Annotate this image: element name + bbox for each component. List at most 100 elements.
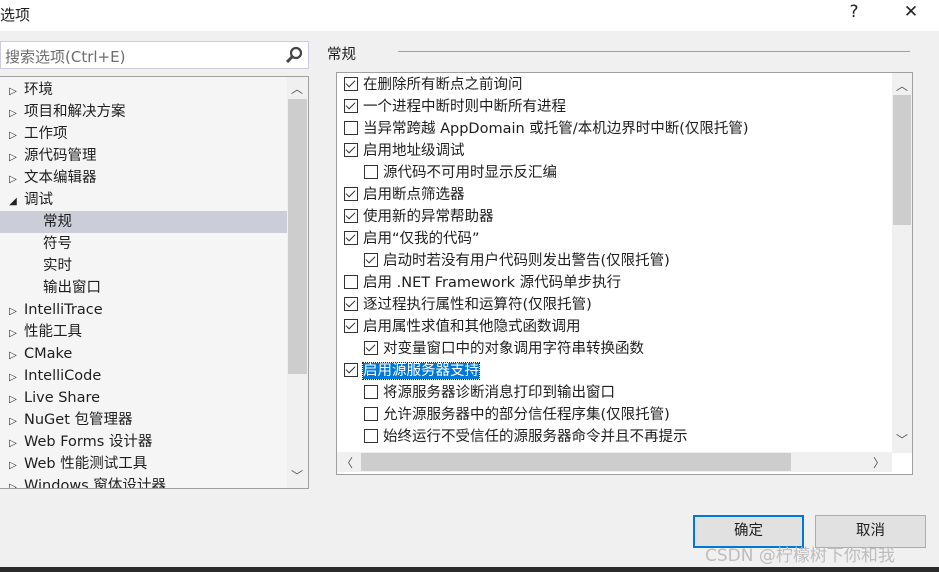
option-row[interactable]: 对变量窗口中的对象调用字符串转换函数: [364, 338, 644, 360]
option-label: 对变量窗口中的对象调用字符串转换函数: [383, 341, 644, 357]
checkbox[interactable]: [344, 209, 358, 223]
collapsed-arrow-icon[interactable]: ▷: [6, 301, 20, 323]
expanded-arrow-icon[interactable]: ◢: [6, 191, 20, 213]
options-list: 始终运行不受信任的源服务器命令并且不再提示 允许源服务器中的部分信任程序集(仅限托…: [336, 72, 913, 475]
scroll-right-icon[interactable]: 〉: [869, 454, 889, 471]
checkbox[interactable]: [344, 297, 358, 311]
checkbox[interactable]: [344, 143, 358, 157]
list-hscrollbar[interactable]: 〈 〉: [337, 452, 892, 472]
tree-item-label: 输出窗口: [43, 280, 101, 296]
option-row[interactable]: 在删除所有断点之前询问: [344, 74, 523, 96]
search-input[interactable]: 搜索选项(Ctrl+E): [0, 41, 309, 69]
option-label: 在删除所有断点之前询问: [363, 77, 523, 93]
collapsed-arrow-icon[interactable]: ▷: [6, 147, 20, 169]
scroll-up-icon[interactable]: ︿: [892, 77, 912, 94]
tree-item[interactable]: 符号: [0, 233, 287, 255]
collapsed-arrow-icon[interactable]: ▷: [6, 433, 20, 455]
option-row[interactable]: 允许源服务器中的部分信任程序集(仅限托管): [364, 404, 670, 426]
option-row[interactable]: 将源服务器诊断消息打印到输出窗口: [364, 382, 615, 404]
checkbox[interactable]: [344, 363, 358, 377]
tree-item[interactable]: ▷ CMake: [0, 343, 287, 365]
collapsed-arrow-icon[interactable]: ▷: [6, 103, 20, 125]
checkbox[interactable]: [364, 165, 378, 179]
help-button[interactable]: ?: [839, 2, 869, 22]
collapsed-arrow-icon[interactable]: ▷: [6, 477, 20, 488]
tree-item[interactable]: 实时: [0, 255, 287, 277]
tree-item[interactable]: ▷ 环境: [0, 79, 287, 101]
checkbox[interactable]: [344, 77, 358, 91]
tree-item[interactable]: ▷ Live Share: [0, 387, 287, 409]
tree-item[interactable]: ▷ IntelliTrace: [0, 299, 287, 321]
scroll-down-icon[interactable]: ﹀: [287, 467, 307, 484]
checkbox[interactable]: [364, 385, 378, 399]
scroll-up-icon[interactable]: ︿: [287, 80, 307, 97]
option-row[interactable]: 启用断点筛选器: [344, 184, 465, 206]
title-bar: 选项 ? ✕: [0, 0, 939, 31]
tree-item-label: 调试: [24, 192, 53, 208]
tree-item-label: 符号: [43, 236, 72, 252]
collapsed-arrow-icon[interactable]: ▷: [6, 411, 20, 433]
option-row[interactable]: 启用源服务器支持: [344, 360, 480, 382]
scroll-down-icon[interactable]: ﹀: [892, 431, 912, 448]
option-row[interactable]: 逐过程执行属性和运算符(仅限托管): [344, 294, 592, 316]
option-label: 允许源服务器中的部分信任程序集(仅限托管): [383, 407, 670, 423]
tree-item[interactable]: ▷ Web Forms 设计器: [0, 431, 287, 453]
tree-item[interactable]: ▷ 文本编辑器: [0, 167, 287, 189]
option-row[interactable]: 启用“仅我的代码”: [344, 228, 480, 250]
option-row[interactable]: 启动时若没有用户代码则发出警告(仅限托管): [364, 250, 670, 272]
tree-item-label: 源代码管理: [24, 148, 97, 164]
tree-item[interactable]: ▷ 源代码管理: [0, 145, 287, 167]
tree-item[interactable]: ▷ NuGet 包管理器: [0, 409, 287, 431]
checkbox[interactable]: [344, 99, 358, 113]
option-row[interactable]: 使用新的异常帮助器: [344, 206, 494, 228]
tree-item[interactable]: ▷ 工作项: [0, 123, 287, 145]
tree-item[interactable]: ▷ 项目和解决方案: [0, 101, 287, 123]
watermark: CSDN @柠檬树下你和我: [705, 546, 895, 566]
tree-item-label: 项目和解决方案: [24, 104, 126, 120]
checkbox[interactable]: [364, 253, 378, 267]
collapsed-arrow-icon[interactable]: ▷: [6, 81, 20, 103]
close-button[interactable]: ✕: [896, 2, 926, 22]
tree-item-label: IntelliCode: [24, 368, 102, 384]
tree-item[interactable]: ▷ 性能工具: [0, 321, 287, 343]
tree-item[interactable]: ◢ 调试: [0, 189, 287, 211]
collapsed-arrow-icon[interactable]: ▷: [6, 323, 20, 345]
option-row[interactable]: 当异常跨越 AppDomain 或托管/本机边界时中断(仅限托管): [344, 118, 749, 140]
collapsed-arrow-icon[interactable]: ▷: [6, 125, 20, 147]
option-row[interactable]: 源代码不可用时显示反汇编: [364, 162, 557, 184]
checkbox[interactable]: [364, 429, 378, 443]
option-label: 一个进程中断时则中断所有进程: [363, 99, 566, 115]
tree-item[interactable]: ▷ IntelliCode: [0, 365, 287, 387]
tree-item[interactable]: 常规: [0, 211, 287, 233]
option-label: 将源服务器诊断消息打印到输出窗口: [383, 385, 615, 401]
checkbox[interactable]: [344, 275, 358, 289]
tree-vscrollbar[interactable]: ︿ ﹀: [287, 77, 308, 488]
checkbox[interactable]: [344, 187, 358, 201]
tree-item-label: 文本编辑器: [24, 170, 97, 186]
collapsed-arrow-icon[interactable]: ▷: [6, 455, 20, 477]
list-hscroll-thumb[interactable]: [361, 453, 791, 471]
list-scroll-thumb[interactable]: [893, 95, 911, 225]
option-row[interactable]: 启用属性求值和其他隐式函数调用: [344, 316, 581, 338]
scroll-left-icon[interactable]: 〈: [337, 454, 357, 471]
tree-item[interactable]: ▷ Web 性能测试工具: [0, 453, 287, 475]
checkbox[interactable]: [344, 319, 358, 333]
collapsed-arrow-icon[interactable]: ▷: [6, 367, 20, 389]
list-vscrollbar[interactable]: ︿ ﹀: [892, 73, 912, 453]
checkbox[interactable]: [344, 121, 358, 135]
search-icon[interactable]: [284, 45, 304, 65]
tree-item[interactable]: 输出窗口: [0, 277, 287, 299]
tree-item-label: Windows 窗体设计器: [24, 478, 166, 489]
option-row[interactable]: 一个进程中断时则中断所有进程: [344, 96, 566, 118]
option-row[interactable]: 启用地址级调试: [344, 140, 465, 162]
collapsed-arrow-icon[interactable]: ▷: [6, 389, 20, 411]
collapsed-arrow-icon[interactable]: ▷: [6, 169, 20, 191]
option-row[interactable]: 始终运行不受信任的源服务器命令并且不再提示: [364, 426, 688, 448]
checkbox[interactable]: [364, 341, 378, 355]
checkbox[interactable]: [364, 407, 378, 421]
tree-item[interactable]: ▷ Windows 窗体设计器: [0, 475, 287, 489]
collapsed-arrow-icon[interactable]: ▷: [6, 345, 20, 367]
option-row[interactable]: 启用 .NET Framework 源代码单步执行: [344, 272, 621, 294]
tree-scroll-thumb[interactable]: [288, 99, 307, 374]
checkbox[interactable]: [344, 231, 358, 245]
